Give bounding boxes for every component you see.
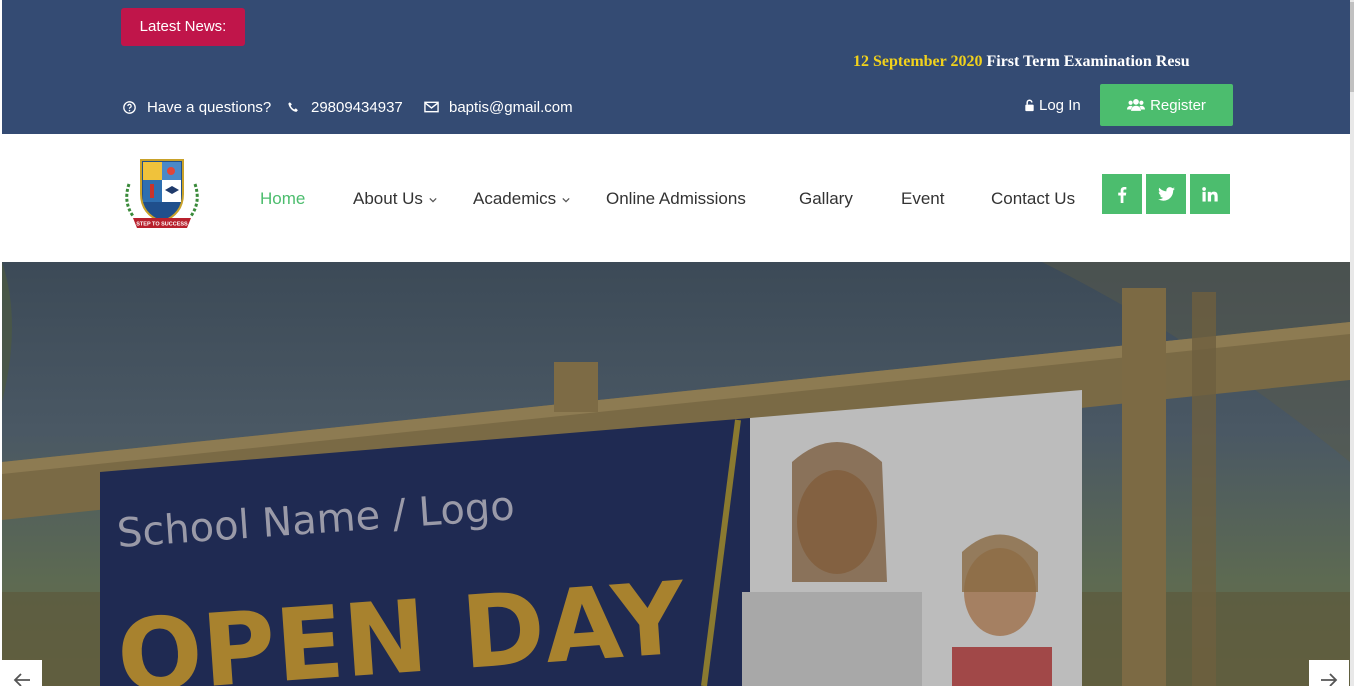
latest-news-badge: Latest News: — [121, 8, 245, 46]
hero-image: School Name / Logo OPEN DAY — [2, 262, 1350, 686]
contact-email-text[interactable]: baptis@gmail.com — [449, 99, 573, 116]
linkedin-icon — [1202, 186, 1218, 202]
chevron-down-icon — [562, 197, 570, 202]
scrollbar-thumb[interactable] — [1350, 2, 1354, 92]
ticker-date: 12 September 2020 — [853, 53, 983, 70]
contact-question-text: Have a questions? — [147, 98, 272, 116]
nav-about-us-label[interactable]: About Us — [353, 189, 423, 208]
facebook-button[interactable] — [1102, 174, 1142, 214]
chevron-down-icon — [429, 197, 437, 202]
page-scrollbar[interactable] — [1350, 0, 1354, 686]
news-ticker[interactable]: 12 September 2020 First Term Examination… — [853, 50, 1203, 74]
arrow-left-icon — [13, 673, 30, 686]
login-label[interactable]: Log In — [1039, 97, 1081, 114]
contact-question: Have a questions? — [121, 96, 271, 118]
nav-home[interactable]: Home — [260, 187, 305, 211]
hero-slider: School Name / Logo OPEN DAY — [2, 262, 1350, 686]
school-logo[interactable]: STEP TO SUCCESS — [119, 154, 205, 240]
envelope-icon — [423, 99, 439, 115]
register-button[interactable]: Register — [1100, 84, 1233, 126]
users-icon — [1127, 98, 1146, 112]
logo-text: STEP TO SUCCESS — [136, 222, 188, 228]
contact-phone-text[interactable]: 29809434937 — [311, 99, 403, 116]
nav-event[interactable]: Event — [901, 187, 944, 211]
nav-academics-label[interactable]: Academics — [473, 189, 556, 208]
main-navbar: STEP TO SUCCESS Home About Us Academics … — [2, 134, 1350, 262]
contact-phone[interactable]: 29809434937 — [285, 96, 403, 118]
twitter-button[interactable] — [1146, 174, 1186, 214]
question-circle-icon — [121, 99, 137, 115]
nav-academics[interactable]: Academics — [473, 187, 570, 211]
slider-next-button[interactable] — [1309, 660, 1349, 686]
nav-gallary[interactable]: Gallary — [799, 187, 853, 211]
facebook-icon — [1118, 186, 1127, 203]
linkedin-button[interactable] — [1190, 174, 1230, 214]
phone-icon — [285, 99, 301, 115]
contact-email[interactable]: baptis@gmail.com — [423, 96, 573, 118]
register-label[interactable]: Register — [1150, 97, 1206, 114]
nav-online-admissions[interactable]: Online Admissions — [606, 187, 746, 211]
unlock-icon — [1024, 98, 1035, 112]
nav-contact-us[interactable]: Contact Us — [991, 187, 1075, 211]
twitter-icon — [1157, 187, 1175, 201]
top-bar: Latest News: 12 September 2020 First Ter… — [2, 0, 1350, 134]
slider-prev-button[interactable] — [2, 660, 42, 686]
arrow-right-icon — [1321, 673, 1338, 686]
nav-about-us[interactable]: About Us — [353, 187, 437, 211]
ticker-text[interactable]: First Term Examination Resu — [986, 53, 1189, 70]
login-link[interactable]: Log In — [1024, 94, 1081, 116]
